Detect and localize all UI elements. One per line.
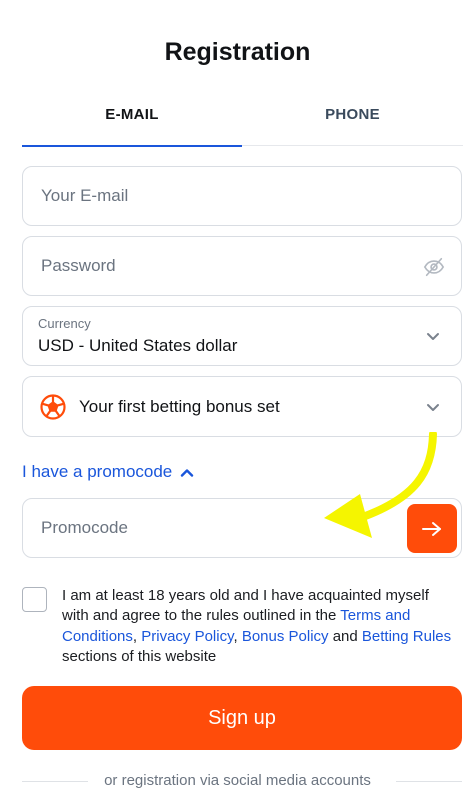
terms-suffix: sections of this website <box>62 647 217 665</box>
promocode-toggle-label: I have a promocode <box>22 462 173 481</box>
terms-sep: , <box>233 627 238 645</box>
page-title: Registration <box>164 38 311 66</box>
terms-text: I am at least 18 years old and I have ac… <box>62 586 457 667</box>
currency-select[interactable]: Currency USD - United States dollar <box>22 306 462 366</box>
currency-label: Currency <box>38 316 91 331</box>
sign-up-button[interactable]: Sign up <box>22 686 462 750</box>
terms-sep: , <box>132 627 138 645</box>
promocode-input[interactable] <box>23 499 403 557</box>
bonus-policy-link[interactable]: Bonus Policy <box>242 628 329 645</box>
tab-phone[interactable]: PHONE <box>242 96 463 146</box>
promocode-toggle[interactable]: I have a promocode <box>22 462 194 482</box>
chevron-down-icon <box>427 333 439 340</box>
soccer-ball-icon <box>40 394 66 420</box>
tab-email[interactable]: E-MAIL <box>22 96 242 147</box>
promocode-submit-button[interactable] <box>407 504 457 553</box>
social-divider: or registration via social media account… <box>0 772 475 792</box>
currency-value: USD - United States dollar <box>38 336 238 355</box>
arrow-right-icon <box>422 521 441 536</box>
terms-and: and <box>332 627 358 645</box>
eye-off-icon[interactable] <box>423 256 445 278</box>
betting-rules-link[interactable]: Betting Rules <box>362 628 451 645</box>
registration-tabs: E-MAIL PHONE <box>22 96 463 147</box>
promocode-field-wrapper <box>22 498 462 558</box>
email-input[interactable] <box>23 167 461 225</box>
bonus-select[interactable]: Your first betting bonus set <box>22 376 462 437</box>
password-field-wrapper <box>22 236 462 296</box>
bonus-label: Your first betting bonus set <box>79 397 280 416</box>
chevron-up-icon <box>181 468 194 477</box>
password-input[interactable] <box>23 237 461 295</box>
terms-checkbox[interactable] <box>22 587 47 612</box>
email-field-wrapper <box>22 166 462 226</box>
chevron-down-icon <box>427 404 439 411</box>
divider-line <box>396 781 462 782</box>
privacy-policy-link[interactable]: Privacy Policy <box>141 628 233 645</box>
